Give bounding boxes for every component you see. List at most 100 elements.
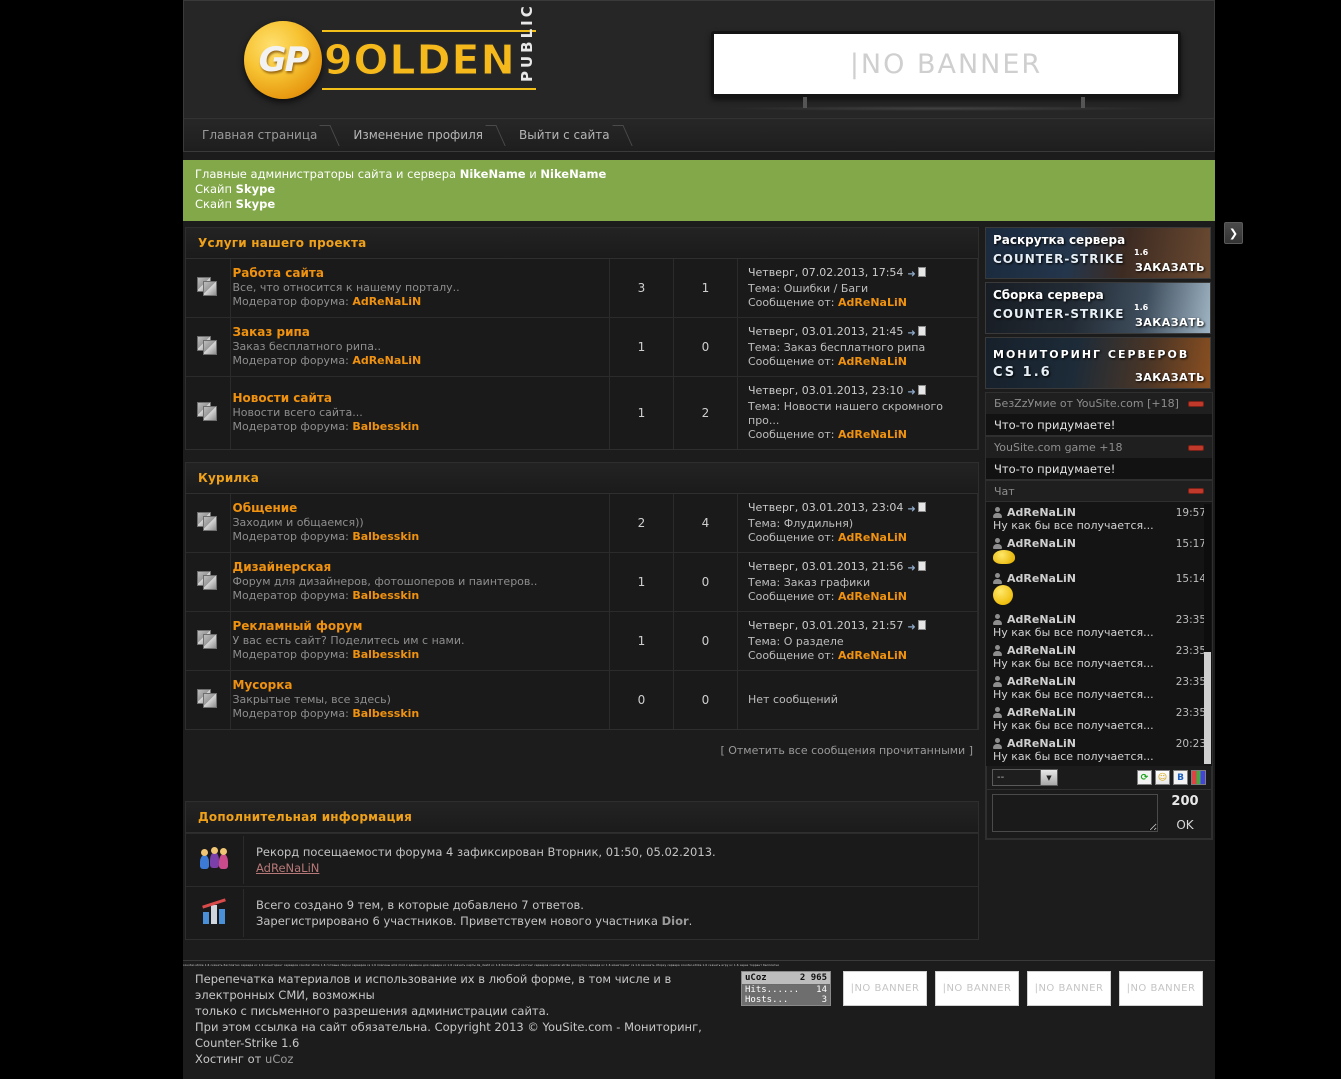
from-name[interactable]: AdReNaLiN <box>838 590 907 603</box>
table-row[interactable]: Рекламный форум У вас есть сайт? Поделит… <box>186 611 978 671</box>
chat-user[interactable]: AdReNaLiN <box>992 537 1076 550</box>
banner-order-1[interactable]: ЗАКАЗАТЬ <box>1135 261 1205 274</box>
user-avatar-icon <box>992 676 1003 687</box>
chat-scrollbar-thumb[interactable] <box>1204 652 1211 764</box>
banner-order-2[interactable]: ЗАКАЗАТЬ <box>1135 316 1205 329</box>
sidebar-banner-promotion[interactable]: Раскрутка сервера COUNTER-STRIKE 1.6 ЗАК… <box>985 227 1211 279</box>
forum-link[interactable]: Новости сайта <box>233 391 332 405</box>
table-row[interactable]: Общение Заходим и общаемся)) Модератор ф… <box>186 494 978 553</box>
chat-user[interactable]: AdReNaLiN <box>992 675 1076 688</box>
sidebar-block-label-1: БезZzУмие от YouSite.com [+18] <box>994 397 1179 410</box>
chat-scrollbar[interactable] <box>1204 504 1211 764</box>
goto-arrow-icon[interactable]: ➜ <box>907 621 915 635</box>
last-post-date: Четверг, 07.02.2013, 17:54 <box>748 266 904 279</box>
smiley-icon[interactable]: ☺ <box>1155 770 1170 785</box>
sidebar-banner-assembly[interactable]: Сборка сервера COUNTER-STRIKE 1.6 ЗАКАЗА… <box>985 282 1211 334</box>
moderator-link[interactable]: Balbesskin <box>352 420 419 433</box>
admin-announcement: Главные администраторы сайта и сервера N… <box>183 160 1215 221</box>
collapse-icon[interactable] <box>1188 488 1204 494</box>
chat-user-name: AdReNaLiN <box>1007 537 1076 550</box>
chat-ok-button[interactable]: OK <box>1164 818 1206 832</box>
nav-item-edit-profile[interactable]: Изменение профиля <box>341 118 507 152</box>
chat-user[interactable]: AdReNaLiN <box>992 613 1076 626</box>
newest-member-name[interactable]: Dior <box>662 914 689 928</box>
refresh-icon[interactable]: ⟳ <box>1137 770 1152 785</box>
footer-line-3: При этом ссылка на сайт обязательна. Cop… <box>195 1020 702 1050</box>
table-row[interactable]: Заказ рипа Заказ бесплатного рипа.. Моде… <box>186 317 978 377</box>
chat-header-label: Чат <box>994 484 1015 498</box>
bold-icon[interactable]: B <box>1173 770 1188 785</box>
sidebar-block-head-1[interactable]: БезZzУмие от YouSite.com [+18] <box>985 392 1213 414</box>
sidebar-toggle-button[interactable]: ❯ <box>1224 222 1243 244</box>
goto-arrow-icon[interactable]: ➜ <box>907 503 915 517</box>
table-row[interactable]: Дизайнерская Форум для дизайнеров, фотош… <box>186 552 978 612</box>
table-row[interactable]: Новости сайта Новости всего сайта... Мод… <box>186 376 978 449</box>
chat-header[interactable]: Чат <box>985 480 1213 502</box>
colors-icon[interactable] <box>1191 770 1206 785</box>
chat-time: 23:35 <box>1175 706 1206 719</box>
mark-all-read[interactable]: [ Отметить все сообщения прочитанными ] <box>185 742 979 757</box>
page-icon[interactable] <box>917 267 926 277</box>
chat-input[interactable] <box>992 794 1158 832</box>
record-user-link[interactable]: AdReNaLiN <box>256 861 319 875</box>
from-name[interactable]: AdReNaLiN <box>838 649 907 662</box>
chat-text <box>992 585 1206 608</box>
forum-link[interactable]: Дизайнерская <box>233 560 332 574</box>
chat-user[interactable]: AdReNaLiN <box>992 572 1076 585</box>
page-icon[interactable] <box>917 385 926 395</box>
from-name[interactable]: AdReNaLiN <box>838 428 907 441</box>
forum-moderator: Модератор форума: AdReNaLiN <box>233 295 600 309</box>
banner-title-2: Сборка сервера <box>993 288 1104 302</box>
from-name[interactable]: AdReNaLiN <box>838 296 907 309</box>
forum-moderator: Модератор форума: Balbesskin <box>233 420 600 434</box>
moderator-link[interactable]: Balbesskin <box>352 530 419 543</box>
chat-select[interactable]: -- ▼ <box>992 769 1058 786</box>
page-icon[interactable] <box>917 502 926 512</box>
sidebar-banner-monitoring[interactable]: МОНИТОРИНГ СЕРВЕРОВ CS 1.6 ЗАКАЗАТЬ <box>985 337 1211 389</box>
banner-order-3[interactable]: ЗАКАЗАТЬ <box>1135 371 1205 384</box>
chat-user[interactable]: AdReNaLiN <box>992 644 1076 657</box>
chat-user[interactable]: AdReNaLiN <box>992 737 1076 750</box>
moderator-link[interactable]: AdReNaLiN <box>352 354 421 367</box>
goto-arrow-icon[interactable]: ➜ <box>907 562 915 576</box>
nav-item-logout[interactable]: Выйти с сайта <box>507 118 634 152</box>
chat-submit-area: 200 OK <box>1164 794 1206 832</box>
chat-user[interactable]: AdReNaLiN <box>992 506 1076 519</box>
forum-link[interactable]: Работа сайта <box>233 266 324 280</box>
mark-all-read-link[interactable]: [ Отметить все сообщения прочитанными ] <box>720 744 973 757</box>
nav-item-home[interactable]: Главная страница <box>190 118 341 152</box>
forum-link[interactable]: Мусорка <box>233 678 293 692</box>
forum-info-cell: Дизайнерская Форум для дизайнеров, фотош… <box>230 552 610 612</box>
moderator-link[interactable]: Balbesskin <box>352 648 419 661</box>
moderator-link[interactable]: Balbesskin <box>352 707 419 720</box>
moderator-link[interactable]: Balbesskin <box>352 589 419 602</box>
stats-row: Всего создано 9 тем, в которые добавлено… <box>186 886 978 939</box>
moderator-link[interactable]: AdReNaLiN <box>352 295 421 308</box>
forum-icon-cell <box>186 611 231 671</box>
page-icon[interactable] <box>917 326 926 336</box>
table-row[interactable]: Мусорка Закрытые темы, все здесь) Модера… <box>186 670 978 729</box>
topics-count: 2 <box>609 494 674 553</box>
hosting-link[interactable]: uCoz <box>265 1052 293 1066</box>
goto-arrow-icon[interactable]: ➜ <box>907 268 915 282</box>
collapse-icon[interactable] <box>1188 444 1204 451</box>
chat-user-name: AdReNaLiN <box>1007 706 1076 719</box>
forum-link[interactable]: Общение <box>233 501 298 515</box>
top-banner-placeholder[interactable]: |NO BANNER <box>711 31 1181 97</box>
page-icon[interactable] <box>917 620 926 630</box>
collapse-icon[interactable] <box>1188 400 1204 407</box>
sidebar-block-head-2[interactable]: YouSite.com game +18 <box>985 436 1213 458</box>
goto-arrow-icon[interactable]: ➜ <box>907 327 915 341</box>
forum-link[interactable]: Заказ рипа <box>233 325 310 339</box>
site-logo[interactable]: GP 9OLDEN PUBLIC <box>244 3 536 99</box>
chevron-down-icon[interactable]: ▼ <box>1040 770 1057 785</box>
stats-icon-cell <box>186 889 244 937</box>
table-row[interactable]: Работа сайта Все, что относится к нашему… <box>186 259 978 318</box>
from-name[interactable]: AdReNaLiN <box>838 355 907 368</box>
forum-link[interactable]: Рекламный форум <box>233 619 363 633</box>
chat-message-list[interactable]: AdReNaLiN 19:57 Ну как бы все получается… <box>986 502 1212 766</box>
from-name[interactable]: AdReNaLiN <box>838 531 907 544</box>
chat-user[interactable]: AdReNaLiN <box>992 706 1076 719</box>
goto-arrow-icon[interactable]: ➜ <box>907 386 915 400</box>
page-icon[interactable] <box>917 561 926 571</box>
